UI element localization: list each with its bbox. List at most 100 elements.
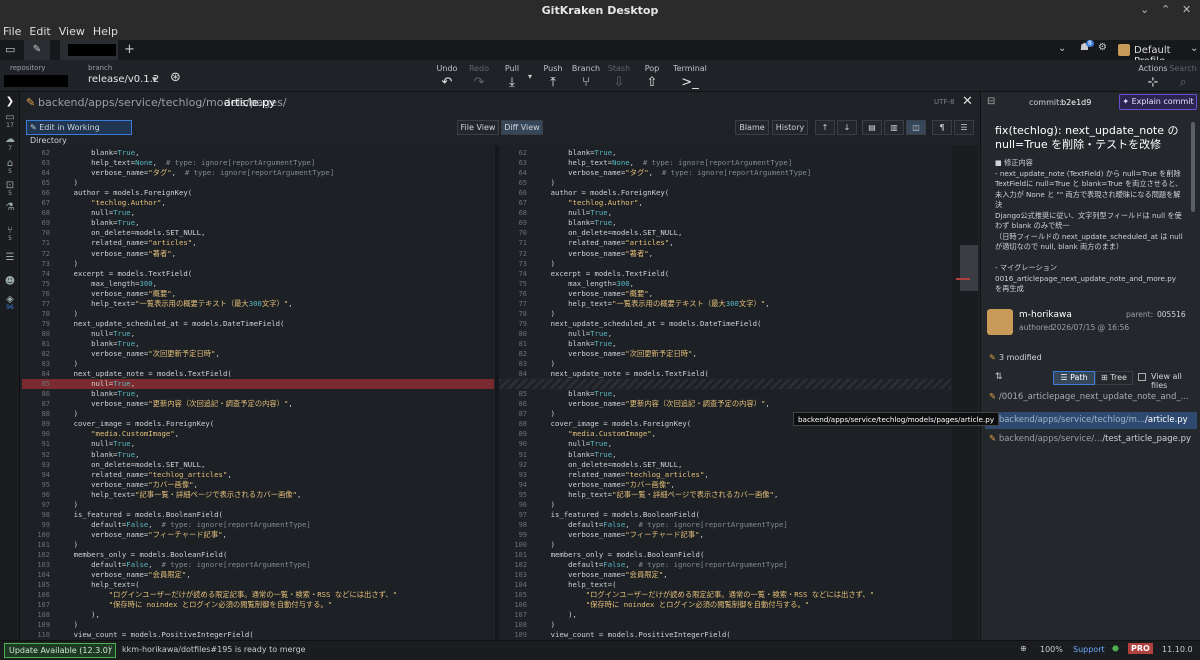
minimize-icon[interactable]: ⌄ bbox=[1140, 3, 1149, 16]
code-line[interactable]: author = models.ForeignKey( bbox=[56, 188, 193, 198]
code-line[interactable]: author = models.ForeignKey( bbox=[533, 188, 670, 198]
code-line[interactable]: next_update_scheduled_at = models.DateTi… bbox=[56, 319, 285, 329]
code-line[interactable]: blank=True, bbox=[56, 339, 139, 349]
update-available-button[interactable]: Update Available (12.3.0) bbox=[4, 643, 116, 658]
code-line[interactable]: view_count = models.PositiveIntegerField… bbox=[56, 630, 254, 640]
menu-file[interactable]: File bbox=[0, 22, 26, 38]
zoom-level[interactable]: 100% bbox=[1040, 645, 1063, 654]
code-line[interactable]: "techlog.Author", bbox=[533, 198, 643, 208]
code-line[interactable]: help_text="記事一覧・詳細ページで表示されるカバー画像", bbox=[56, 490, 301, 500]
wrap-icon[interactable]: ¶ bbox=[932, 120, 952, 135]
options-icon[interactable]: ☰ bbox=[954, 120, 974, 135]
minimap[interactable] bbox=[952, 145, 978, 640]
code-line[interactable]: "media.CustomImage", bbox=[533, 429, 656, 439]
repository-selector[interactable] bbox=[4, 75, 68, 87]
code-line[interactable]: next_update_scheduled_at = models.DateTi… bbox=[533, 319, 762, 329]
commit-message[interactable]: fix(techlog): next_update_note の null=Tr… bbox=[987, 116, 1191, 296]
prev-change-icon[interactable]: ↑ bbox=[815, 120, 835, 135]
code-line[interactable]: max_length=300, bbox=[533, 279, 634, 289]
profile-chevron-icon[interactable]: ⌄ bbox=[1190, 43, 1198, 54]
code-line[interactable]: help_text=None, # type: ignore[reportArg… bbox=[56, 158, 315, 168]
code-line[interactable]: verbose_name="カバー画像", bbox=[533, 480, 675, 490]
pop-button[interactable]: Pop ⇧ bbox=[635, 64, 669, 90]
code-line[interactable]: "保存時に noindex とログイン必須の閲覧制御を自動付与する。" bbox=[56, 600, 332, 610]
code-line[interactable]: verbose_name="更新内容（次回追記・調査予定の内容）", bbox=[533, 399, 770, 409]
code-line[interactable]: null=True, bbox=[56, 208, 135, 218]
code-line[interactable]: ), bbox=[56, 610, 100, 620]
code-line[interactable]: null=True, bbox=[533, 329, 612, 339]
code-line[interactable]: help_text=( bbox=[533, 580, 616, 590]
code-line[interactable]: null=True, bbox=[56, 439, 135, 449]
history-button[interactable]: History bbox=[772, 120, 808, 135]
code-line[interactable]: max_length=300, bbox=[56, 279, 157, 289]
code-line[interactable]: verbose_name="フィーチャード記事", bbox=[533, 530, 704, 540]
code-line[interactable]: "ログインユーザーだけが読める限定記事。通常の一覧・検索・RSS などには出さず… bbox=[56, 590, 397, 600]
code-line[interactable]: related_name="techlog_articles", bbox=[533, 470, 709, 480]
code-line[interactable]: null=True, bbox=[533, 439, 612, 449]
code-line[interactable]: ) bbox=[533, 259, 555, 269]
code-line[interactable]: blank=True, bbox=[56, 450, 139, 460]
pro-badge[interactable]: PRO bbox=[1128, 643, 1153, 654]
minimap-viewport[interactable] bbox=[960, 245, 978, 291]
code-line[interactable]: on_delete=models.SET_NULL, bbox=[533, 460, 682, 470]
code-line[interactable]: blank=True, bbox=[533, 339, 616, 349]
hunk-view-icon[interactable]: ▤ bbox=[862, 120, 882, 135]
code-line[interactable]: "ログインユーザーだけが読める限定記事。通常の一覧・検索・RSS などには出さず… bbox=[533, 590, 874, 600]
close-file-icon[interactable]: ✕ bbox=[962, 94, 973, 109]
pull-button[interactable]: Pull ⤓ bbox=[495, 64, 529, 90]
branch-selector[interactable]: release/v0.1.2 bbox=[88, 74, 159, 85]
code-line[interactable]: ) bbox=[56, 540, 78, 550]
profile-avatar[interactable] bbox=[1118, 44, 1130, 56]
code-line[interactable]: ) bbox=[56, 178, 78, 188]
next-change-icon[interactable]: ↓ bbox=[837, 120, 857, 135]
code-line[interactable]: ), bbox=[533, 610, 577, 620]
menu-help[interactable]: Help bbox=[90, 22, 123, 38]
file-view-button[interactable]: File View bbox=[457, 120, 499, 135]
commit-sha[interactable]: b2e1d9 bbox=[1061, 98, 1091, 107]
code-line[interactable]: ) bbox=[56, 359, 78, 369]
code-line[interactable]: verbose_name="次回更新予定日時", bbox=[56, 349, 220, 359]
code-line[interactable]: on_delete=models.SET_NULL, bbox=[56, 228, 205, 238]
code-line[interactable]: related_name="articles", bbox=[533, 238, 673, 248]
code-line[interactable]: on_delete=models.SET_NULL, bbox=[533, 228, 682, 238]
code-line[interactable]: blank=True, bbox=[533, 218, 616, 228]
code-line[interactable]: next_update_note = models.TextField( bbox=[56, 369, 232, 379]
file-item-selected[interactable]: ✎ backend/apps/service/techlog/m.../arti… bbox=[985, 412, 1197, 429]
code-line[interactable]: verbose_name="会員限定", bbox=[56, 570, 191, 580]
gear-icon[interactable]: ⚙ bbox=[1098, 42, 1107, 53]
remote-icon[interactable]: ☁ bbox=[3, 134, 17, 145]
code-line[interactable]: verbose_name="概要", bbox=[533, 289, 653, 299]
code-line[interactable]: on_delete=models.SET_NULL, bbox=[56, 460, 205, 470]
edit-working-dir-button[interactable]: ✎ Edit in Working Directory bbox=[26, 120, 132, 145]
code-line[interactable]: blank=True, bbox=[56, 218, 139, 228]
code-line[interactable]: next_update_note = models.TextField( bbox=[533, 369, 709, 379]
code-line[interactable]: ) bbox=[533, 409, 555, 419]
launchpad-icon[interactable]: ⊛ bbox=[170, 70, 181, 85]
code-line[interactable]: view_count = models.PositiveIntegerField… bbox=[533, 630, 731, 640]
code-line[interactable]: default=False, # type: ignore[reportArgu… bbox=[533, 520, 788, 530]
code-line[interactable]: cover_image = models.ForeignKey( bbox=[533, 419, 692, 429]
chevron-down-icon[interactable]: ⌄ bbox=[1058, 43, 1066, 54]
inline-view-icon[interactable]: ▥ bbox=[884, 120, 904, 135]
code-line[interactable]: help_text=None, # type: ignore[reportArg… bbox=[533, 158, 792, 168]
code-line[interactable]: verbose_name="会員限定", bbox=[533, 570, 668, 580]
code-line[interactable]: ) bbox=[56, 259, 78, 269]
code-line[interactable]: "media.CustomImage", bbox=[56, 429, 179, 439]
split-view-icon[interactable]: ◫ bbox=[906, 120, 926, 135]
search-button[interactable]: Search ⌕ bbox=[1166, 64, 1200, 90]
new-tab-button[interactable]: + bbox=[124, 42, 135, 57]
code-line[interactable]: blank=True, bbox=[533, 389, 616, 399]
code-line[interactable]: is_featured = models.BooleanField( bbox=[56, 510, 223, 520]
code-line[interactable]: ) bbox=[56, 500, 78, 510]
code-line[interactable]: default=False, # type: ignore[reportArgu… bbox=[533, 560, 788, 570]
branch-button[interactable]: Branch ⑂ bbox=[569, 64, 603, 90]
code-line[interactable]: verbose_name="著者", bbox=[533, 249, 653, 259]
code-line[interactable]: verbose_name="著者", bbox=[56, 249, 176, 259]
terminal-button[interactable]: Terminal >_ bbox=[670, 64, 710, 90]
repo-tab[interactable] bbox=[60, 40, 118, 60]
merge-ready-text[interactable]: kkm-horikawa/dotfiles#195 is ready to me… bbox=[122, 645, 306, 654]
explain-commit-button[interactable]: ✦ Explain commit bbox=[1119, 94, 1197, 110]
code-line[interactable]: help_text=( bbox=[56, 580, 139, 590]
code-line[interactable]: blank=True, bbox=[533, 148, 616, 158]
team-icon[interactable]: ☻ bbox=[3, 276, 17, 287]
